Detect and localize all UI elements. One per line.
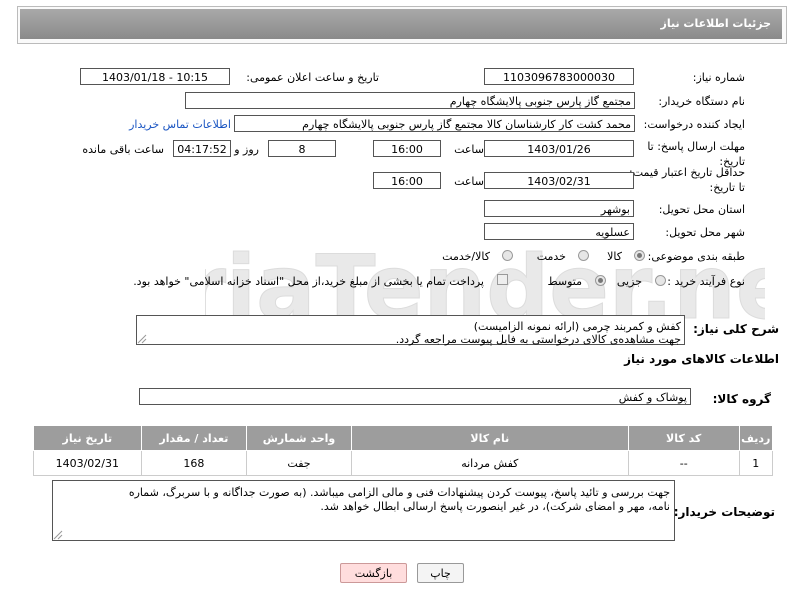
buyer-notes-textarea[interactable]: جهت بررسی و تائید پاسخ، پیوست کردن پیشنه… bbox=[52, 480, 675, 541]
cell-code: -- bbox=[627, 450, 740, 476]
category-option-goods: کالا bbox=[607, 250, 622, 263]
cell-unit: جفت bbox=[246, 450, 352, 476]
page-header: جزئیات اطلاعات نیاز bbox=[20, 9, 782, 39]
validity-date-field[interactable]: 1403/02/31 bbox=[484, 172, 634, 189]
cell-qty: 168 bbox=[140, 450, 248, 476]
resize-handle-icon[interactable] bbox=[137, 334, 147, 344]
deadline-date-field[interactable]: 1403/01/26 bbox=[484, 140, 634, 157]
cell-name: کفش مردانه bbox=[350, 450, 629, 476]
days-field[interactable]: 8 bbox=[268, 140, 336, 157]
description-textarea[interactable]: کفش و کمربند چرمی (ارائه نمونه الزامیست)… bbox=[136, 315, 685, 346]
buyer-notes-line-2: نامه، مهر و امضای شرکت)، در غیر اینصورت … bbox=[320, 500, 670, 513]
col-row-header: ردیف bbox=[738, 425, 774, 451]
process-label: نوع فرآیند خرید : bbox=[667, 275, 745, 288]
process-option-medium: متوسط bbox=[547, 275, 582, 288]
remaining-label: ساعت باقی مانده bbox=[82, 143, 164, 156]
col-unit-header: واحد شمارش bbox=[246, 425, 352, 451]
description-line-1: کفش و کمربند چرمی (ارائه نمونه الزامیست) bbox=[473, 320, 681, 333]
category-radio-service[interactable] bbox=[578, 250, 589, 261]
process-option-minor: جزیی bbox=[616, 275, 642, 288]
process-radio-medium[interactable] bbox=[595, 275, 606, 286]
goods-section-title: اطلاعات کالاهای مورد نیاز bbox=[624, 352, 779, 366]
requester-label: ایجاد کننده درخواست: bbox=[643, 118, 745, 131]
province-field[interactable]: بوشهر bbox=[484, 200, 634, 217]
buyer-org-label: نام دستگاه خریدار: bbox=[658, 95, 745, 108]
description-line-2: جهت مشاهده‌ی کالای درخواستی به فایل پیوس… bbox=[395, 333, 681, 346]
col-code-header: کد کالا bbox=[627, 425, 740, 451]
days-label: روز و bbox=[234, 143, 259, 156]
buyer-contact-link[interactable]: اطلاعات تماس خریدار bbox=[129, 118, 231, 131]
validity-time-label: ساعت bbox=[454, 175, 484, 188]
back-button[interactable]: بازگشت bbox=[340, 563, 407, 583]
cell-date: 1403/02/31 bbox=[33, 450, 142, 476]
treasury-checkbox[interactable] bbox=[497, 274, 508, 285]
buyer-org-field[interactable]: مجتمع گاز پارس جنوبی پالایشگاه چهارم bbox=[185, 92, 635, 109]
requester-field[interactable]: محمد کشت کار کارشناسان کالا مجتمع گاز پا… bbox=[234, 115, 635, 132]
process-note: پرداخت تمام یا بخشی از مبلغ خرید،از محل … bbox=[133, 275, 484, 288]
table-row[interactable]: 1 -- کفش مردانه جفت 168 1403/02/31 bbox=[33, 450, 774, 476]
goods-table: ردیف کد کالا نام کالا واحد شمارش تعداد /… bbox=[33, 425, 774, 476]
buyer-notes-line-1: جهت بررسی و تائید پاسخ، پیوست کردن پیشنه… bbox=[128, 486, 670, 499]
print-button[interactable]: چاپ bbox=[417, 563, 464, 583]
category-option-both: کالا/خدمت bbox=[442, 250, 490, 263]
description-label: شرح کلی نیاز: bbox=[693, 322, 779, 336]
resize-handle-icon[interactable] bbox=[53, 530, 63, 540]
category-option-service: خدمت bbox=[536, 250, 566, 263]
need-number-field[interactable]: 1103096783000030 bbox=[484, 68, 634, 85]
city-field[interactable]: عسلویه bbox=[484, 223, 634, 240]
remaining-time-field[interactable]: 04:17:52 bbox=[173, 140, 231, 157]
cell-row: 1 bbox=[738, 450, 774, 476]
page-title: جزئیات اطلاعات نیاز bbox=[660, 17, 772, 30]
col-date-header: تاریخ نیاز bbox=[33, 425, 142, 451]
col-name-header: نام کالا bbox=[350, 425, 629, 451]
need-number-label: شماره نیاز: bbox=[692, 71, 745, 84]
city-label: شهر محل تحویل: bbox=[665, 226, 745, 239]
announce-field[interactable]: 1403/01/18 - 10:15 bbox=[80, 68, 230, 85]
goods-group-field[interactable]: پوشاک و کفش bbox=[139, 388, 691, 405]
category-radio-both[interactable] bbox=[502, 250, 513, 261]
goods-group-label: گروه کالا: bbox=[712, 392, 771, 406]
buyer-notes-label: توضیحات خریدار: bbox=[673, 505, 775, 519]
deadline-time-field[interactable]: 16:00 bbox=[373, 140, 441, 157]
announce-label: تاریخ و ساعت اعلان عمومی: bbox=[246, 71, 379, 84]
table-header-row: ردیف کد کالا نام کالا واحد شمارش تعداد /… bbox=[33, 425, 774, 451]
category-radio-goods[interactable] bbox=[634, 250, 645, 261]
validity-time-field[interactable]: 16:00 bbox=[373, 172, 441, 189]
validity-label: حداقل تاریخ اعتبار قیمت: تا تاریخ: bbox=[629, 166, 745, 194]
col-qty-header: تعداد / مقدار bbox=[140, 425, 248, 451]
deadline-time-label: ساعت bbox=[454, 143, 484, 156]
process-radio-minor[interactable] bbox=[655, 275, 666, 286]
category-label: طبقه بندی موضوعی: bbox=[647, 250, 745, 263]
province-label: استان محل تحویل: bbox=[658, 203, 745, 216]
